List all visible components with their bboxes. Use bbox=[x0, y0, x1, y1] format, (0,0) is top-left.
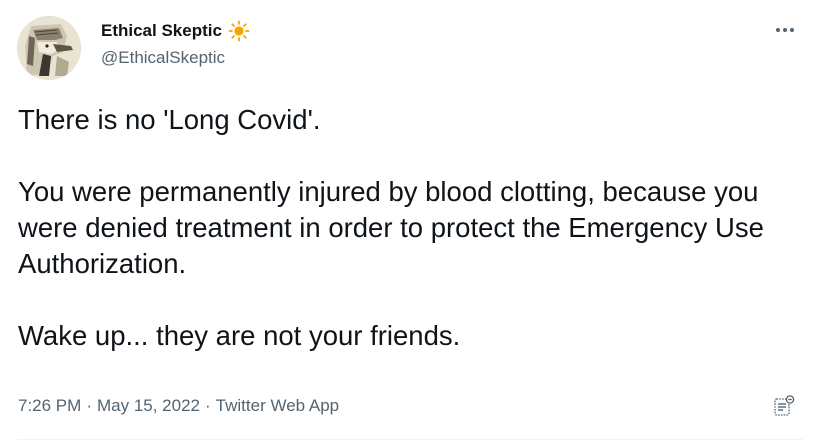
divider bbox=[17, 439, 803, 440]
tweet-source[interactable]: Twitter Web App bbox=[216, 394, 339, 418]
avatar-image bbox=[17, 16, 81, 80]
sun-icon bbox=[228, 20, 250, 42]
author-handle[interactable]: @EthicalSkeptic bbox=[101, 47, 225, 69]
tweet-time[interactable]: 7:26 PM bbox=[18, 394, 81, 418]
author-display-name[interactable]: Ethical Skeptic bbox=[101, 20, 222, 42]
tweet-metadata: 7:26 PM · May 15, 2022 · Twitter Web App bbox=[18, 394, 339, 418]
author-name-row: Ethical Skeptic bbox=[101, 20, 250, 42]
tweet-date[interactable]: May 15, 2022 bbox=[97, 394, 200, 418]
tweet-card: Ethical Skeptic @EthicalSkeptic There is… bbox=[0, 0, 820, 443]
meta-separator: · bbox=[205, 396, 211, 415]
analytics-icon[interactable] bbox=[772, 394, 796, 418]
tweet-text: There is no 'Long Covid'. You were perma… bbox=[18, 104, 764, 351]
avatar[interactable] bbox=[17, 16, 81, 80]
meta-separator: · bbox=[86, 396, 92, 415]
more-options-icon[interactable] bbox=[770, 20, 800, 40]
